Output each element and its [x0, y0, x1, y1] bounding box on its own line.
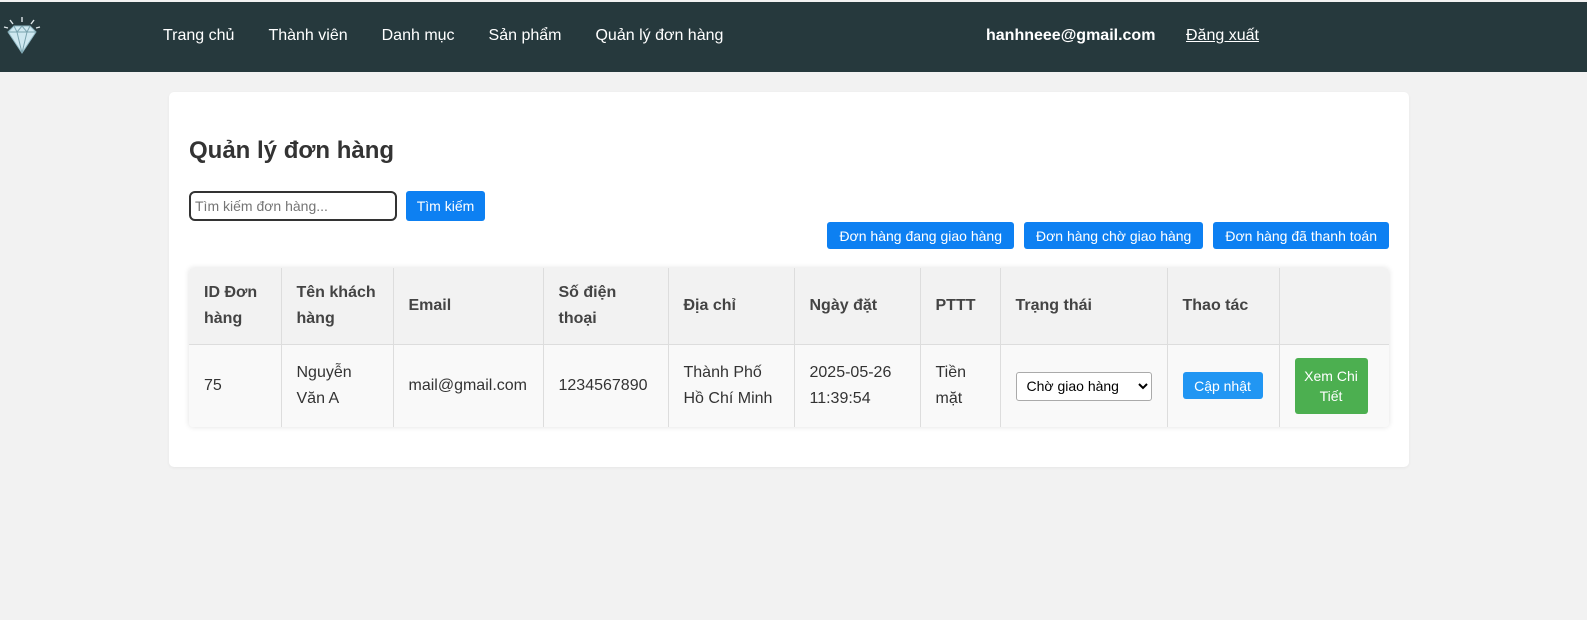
header-phone: Số điện thoại — [543, 268, 669, 345]
filter-paid-button[interactable]: Đơn hàng đã thanh toán — [1213, 222, 1389, 249]
header-email: Email — [393, 268, 544, 345]
orders-table-wrapper: ID Đơn hàng Tên khách hàng Email Số điện… — [189, 268, 1389, 427]
order-filters: Đơn hàng đang giao hàng Đơn hàng chờ gia… — [827, 222, 1389, 249]
page-title: Quản lý đơn hàng — [189, 137, 395, 164]
header-address: Địa chỉ — [668, 268, 795, 345]
main-nav: Trang chủ Thành viên Danh mục Sản phẩm Q… — [163, 27, 757, 45]
cell-status: Chờ giao hàng — [1000, 344, 1168, 427]
table-header-row: ID Đơn hàng Tên khách hàng Email Số điện… — [189, 268, 1389, 345]
search-button[interactable]: Tìm kiếm — [406, 191, 485, 221]
nav-home[interactable]: Trang chủ — [163, 27, 234, 45]
cell-order-id: 75 — [189, 344, 282, 427]
cell-customer-name: Nguyễn Văn A — [281, 344, 394, 427]
cell-actions: Cập nhật — [1167, 344, 1280, 427]
cell-email: mail@gmail.com — [393, 344, 544, 427]
cell-detail: Xem Chi Tiết — [1279, 344, 1389, 427]
nav-categories[interactable]: Danh mục — [382, 27, 455, 45]
filter-shipping-button[interactable]: Đơn hàng đang giao hàng — [827, 222, 1014, 249]
update-button[interactable]: Cập nhật — [1182, 372, 1263, 400]
status-select[interactable]: Chờ giao hàng — [1015, 371, 1152, 401]
orders-table: ID Đơn hàng Tên khách hàng Email Số điện… — [189, 268, 1389, 427]
header-order-id: ID Đơn hàng — [189, 268, 282, 345]
header-actions: Thao tác — [1167, 268, 1280, 345]
view-detail-button[interactable]: Xem Chi Tiết — [1294, 358, 1368, 414]
diamond-logo-icon[interactable] — [2, 16, 42, 56]
header-order-date: Ngày đặt — [794, 268, 921, 345]
header-detail — [1279, 268, 1389, 345]
cell-address: Thành Phố Hồ Chí Minh — [668, 344, 795, 427]
filter-pending-button[interactable]: Đơn hàng chờ giao hàng — [1023, 222, 1204, 249]
order-search-input[interactable] — [189, 191, 397, 221]
header-status: Trạng thái — [1000, 268, 1168, 345]
user-email: hanhneee@gmail.com — [986, 27, 1156, 44]
header-payment-method: PTTT — [920, 268, 1001, 345]
cell-phone: 1234567890 — [543, 344, 669, 427]
orders-card: Quản lý đơn hàng Tìm kiếm Đơn hàng đang … — [169, 92, 1409, 467]
header-customer-name: Tên khách hàng — [281, 268, 394, 345]
logout-link[interactable]: Đăng xuất — [1186, 27, 1259, 45]
table-row: 75 Nguyễn Văn A mail@gmail.com 123456789… — [189, 344, 1389, 427]
cell-payment-method: Tiền mặt — [920, 344, 1001, 427]
nav-products[interactable]: Sản phẩm — [489, 27, 562, 45]
cell-order-date: 2025-05-26 11:39:54 — [794, 344, 921, 427]
top-navbar: Trang chủ Thành viên Danh mục Sản phẩm Q… — [0, 2, 1587, 72]
nav-members[interactable]: Thành viên — [268, 27, 347, 45]
nav-orders[interactable]: Quản lý đơn hàng — [595, 27, 723, 45]
